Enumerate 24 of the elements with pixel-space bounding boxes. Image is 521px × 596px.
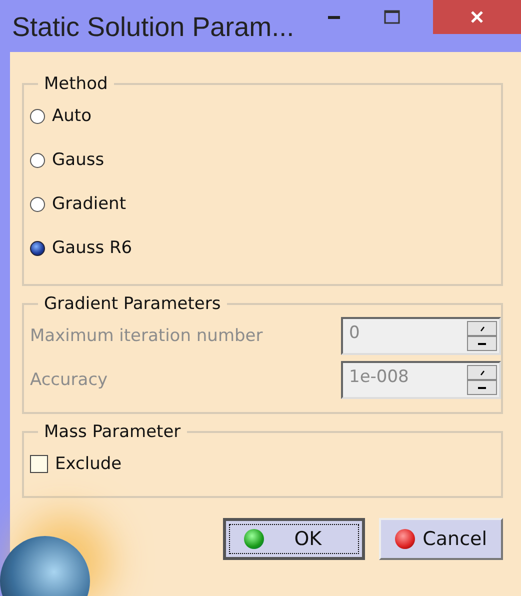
ok-button[interactable]: OK <box>223 518 365 560</box>
radio-button[interactable] <box>30 108 45 124</box>
radio-button[interactable] <box>30 196 45 212</box>
group-title: Gradient Parameters <box>43 294 222 314</box>
spin-down-icon[interactable] <box>467 336 497 351</box>
minimize-icon <box>328 16 340 18</box>
radio-label: Auto <box>52 106 92 126</box>
cancel-button[interactable]: Cancel <box>378 518 503 560</box>
field-label: Accuracy <box>30 370 109 390</box>
maximize-icon <box>383 9 401 25</box>
radio-button[interactable] <box>30 240 45 256</box>
group-title: Mass Parameter <box>43 422 182 442</box>
radio-label: Gauss <box>52 150 104 170</box>
window-title: Static Solution Param... <box>11 11 294 43</box>
radio-button[interactable] <box>30 152 45 168</box>
radio-label: Gradient <box>52 194 126 214</box>
checkbox[interactable] <box>30 455 48 473</box>
close-button[interactable] <box>433 0 521 34</box>
group-title: Method <box>43 74 109 94</box>
checkbox-label: Exclude <box>55 454 122 474</box>
field-label: Maximum iteration number <box>30 326 264 346</box>
radio-label: Gauss R6 <box>52 238 132 258</box>
close-icon <box>469 9 485 25</box>
spin-down-icon[interactable] <box>467 380 497 395</box>
